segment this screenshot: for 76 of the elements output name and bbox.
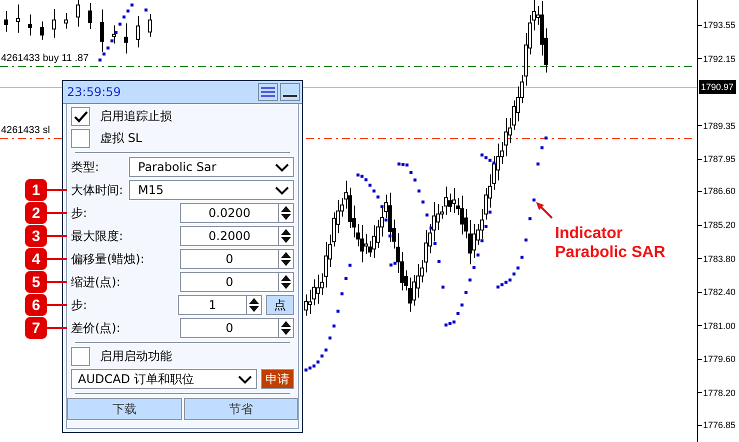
candlestick bbox=[136, 16, 140, 48]
checkmark-icon bbox=[74, 110, 88, 122]
leader-line bbox=[47, 212, 67, 214]
field-label: 差价(点): bbox=[71, 320, 122, 336]
annotation-text: Indicator Parabolic SAR bbox=[555, 224, 666, 262]
callout-number: 4 bbox=[25, 248, 47, 270]
callout-number: 6 bbox=[25, 294, 47, 316]
field-label: 步: bbox=[71, 204, 88, 222]
checkbox-label: 启用启动功能 bbox=[100, 348, 172, 365]
callout-number: 7 bbox=[25, 317, 47, 339]
line-label: 4261433 buy 11 .87 bbox=[1, 53, 89, 64]
price-label: 1792.15 bbox=[703, 52, 736, 66]
field-label: 步: bbox=[71, 296, 88, 314]
minimize-button[interactable] bbox=[280, 83, 300, 101]
leader-line bbox=[47, 281, 67, 283]
candlestick bbox=[28, 14, 32, 36]
annotation-arrow bbox=[536, 202, 553, 219]
candlestick bbox=[4, 10, 8, 32]
chevron-down-icon bbox=[275, 186, 289, 194]
symbol-dropdown[interactable]: AUDCAD 订单和职位 bbox=[71, 369, 257, 389]
price-label: 1785.20 bbox=[703, 219, 736, 232]
dropdown[interactable]: Parabolic Sar bbox=[129, 157, 294, 177]
sar-dots bbox=[144, 8, 148, 12]
callout-number: 2 bbox=[25, 202, 47, 224]
dropdown[interactable]: M15 bbox=[129, 180, 294, 200]
apply-button[interactable]: 申请 bbox=[261, 369, 294, 389]
callout-number: 5 bbox=[25, 271, 47, 293]
field-label: 大体时间: bbox=[71, 182, 124, 198]
price-label: 1786.60 bbox=[703, 185, 736, 198]
leader-line bbox=[47, 258, 67, 260]
candlestick bbox=[88, 2, 92, 30]
candlestick bbox=[40, 21, 44, 40]
leader-line bbox=[47, 327, 67, 329]
price-label: 1782.40 bbox=[703, 286, 736, 300]
price-label: 1781.00 bbox=[703, 320, 736, 333]
field-label: 缩进(点): bbox=[71, 274, 122, 290]
price-label: 1789.35 bbox=[703, 120, 736, 133]
line-label: 4261433 sl bbox=[1, 125, 50, 136]
chevron-down-icon bbox=[275, 162, 289, 172]
chevron-down-icon bbox=[238, 374, 252, 384]
sar-dots bbox=[98, 4, 134, 62]
candlestick bbox=[52, 8, 56, 38]
price-label: 1787.95 bbox=[703, 153, 736, 166]
price-label: 1778.20 bbox=[703, 386, 736, 400]
price-label: 1793.55 bbox=[703, 19, 736, 32]
leader-line bbox=[47, 189, 67, 191]
checkbox[interactable] bbox=[71, 347, 90, 366]
candlestick bbox=[112, 24, 116, 44]
price-label: 1779.60 bbox=[703, 353, 736, 366]
price-label: 1776.85 bbox=[703, 419, 736, 432]
candlestick bbox=[148, 14, 152, 38]
candlestick bbox=[100, 9, 104, 52]
field-label: 类型: bbox=[71, 158, 100, 176]
candlestick bbox=[124, 22, 128, 54]
field-label: 偏移量(蜡烛): bbox=[71, 250, 146, 268]
field-label: 最大限度: bbox=[71, 228, 124, 244]
menu-button[interactable] bbox=[258, 83, 278, 101]
panel-button[interactable]: 节省 bbox=[184, 398, 298, 420]
current-price-tag: 1790.97 bbox=[699, 80, 736, 94]
unit-button[interactable]: 点 bbox=[266, 295, 294, 315]
price-label: 1783.80 bbox=[703, 252, 736, 266]
minimize-icon bbox=[283, 95, 297, 97]
panel-button[interactable]: 下载 bbox=[67, 398, 182, 420]
candlestick bbox=[64, 12, 68, 30]
leader-line bbox=[47, 235, 67, 237]
menu-icon bbox=[260, 86, 276, 98]
panel-time: 23:59:59 bbox=[67, 85, 122, 99]
checkbox-label: 虚拟 SL bbox=[100, 130, 142, 147]
callout-number: 1 bbox=[25, 179, 47, 201]
leader-line bbox=[47, 304, 67, 306]
checkbox[interactable] bbox=[71, 107, 90, 126]
checkbox[interactable] bbox=[71, 129, 90, 148]
candlestick bbox=[16, 4, 20, 34]
callout-number: 3 bbox=[25, 225, 47, 247]
checkbox-label: 启用追踪止损 bbox=[100, 108, 172, 125]
candlestick bbox=[76, 0, 80, 28]
